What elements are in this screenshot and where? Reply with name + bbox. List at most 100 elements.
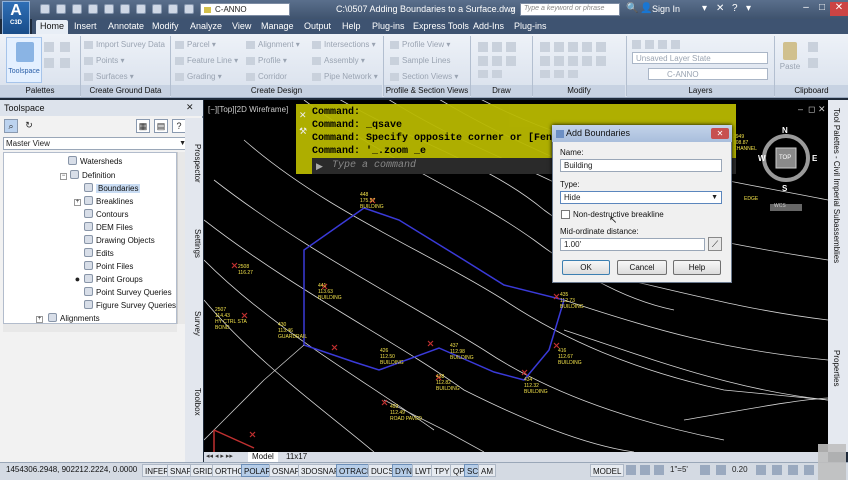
viewport-controls[interactable]: [−][Top][2D Wireframe] — [208, 105, 288, 114]
tree-node-point-files[interactable]: Point Files — [84, 260, 133, 273]
refresh-icon[interactable]: ↻ — [22, 119, 36, 133]
ok-button[interactable]: OK — [562, 260, 610, 275]
lock-icon[interactable] — [772, 465, 782, 475]
palette-icon[interactable] — [44, 42, 54, 52]
save-icon[interactable] — [72, 4, 82, 14]
tab-add-ins[interactable]: Add-Ins — [469, 20, 508, 34]
help-icon[interactable]: ? — [172, 119, 186, 133]
tab-modify[interactable]: Modify — [148, 20, 183, 34]
pipe-network-button[interactable]: Pipe Network ▾ — [312, 71, 378, 82]
status-settings-icon[interactable] — [804, 465, 814, 475]
viewport-close-icon[interactable]: ✕ — [818, 104, 826, 115]
palette-icon[interactable] — [60, 42, 70, 52]
annotation-scale[interactable]: 1"=5' — [670, 465, 688, 474]
profile-button[interactable]: Profile ▾ — [246, 55, 287, 66]
model-space-toggle[interactable]: MODEL — [590, 464, 625, 477]
tree-node-point-groups[interactable]: Point Groups — [84, 273, 143, 286]
search-go-icon[interactable]: 🔍 — [626, 3, 638, 14]
layer-state-combo[interactable]: Unsaved Layer State — [632, 52, 768, 64]
save-as-icon[interactable] — [88, 4, 98, 14]
tab-analyze[interactable]: Analyze — [186, 20, 226, 34]
toolspace-icon-2[interactable]: ▤ — [154, 119, 168, 133]
compass-s[interactable]: S — [782, 184, 787, 193]
tab-home[interactable]: Home — [36, 20, 69, 34]
quick-view-drawings-icon[interactable] — [640, 465, 650, 475]
collapse-toggle[interactable]: − — [60, 173, 67, 180]
close-icon[interactable]: ✕ — [711, 128, 729, 139]
tree-node-alignments[interactable]: Alignments — [48, 312, 100, 323]
redo-icon[interactable] — [136, 4, 146, 14]
tree-node-drawing-objects[interactable]: Drawing Objects — [84, 234, 155, 247]
panel-create-ground-data[interactable]: Create Ground Data — [81, 85, 170, 97]
modify-tools[interactable] — [540, 40, 620, 80]
tab-annotate[interactable]: Annotate — [104, 20, 148, 34]
viewcube-top-face[interactable]: TOP — [779, 155, 791, 161]
type-select[interactable]: Hide ▼ — [560, 191, 722, 204]
grading-button[interactable]: Grading ▾ — [175, 71, 222, 82]
panel-profile-section-views[interactable]: Profile & Section Views — [384, 85, 470, 97]
dropdown-icon[interactable]: ▾ — [702, 3, 707, 14]
tab-view[interactable]: View — [228, 20, 255, 34]
cancel-button[interactable]: Cancel — [617, 260, 667, 275]
tool-palettes-tab[interactable]: Tool Palettes - Civil Imperial Subassemb… — [832, 108, 841, 288]
search-input[interactable]: Type a keyword or phrase — [520, 3, 620, 16]
tab-11x17[interactable]: 11x17 — [282, 452, 311, 462]
tree-node-figure-survey-queries[interactable]: Figure Survey Queries — [84, 299, 176, 312]
coordinate-readout[interactable]: 1454306.2948, 902212.2224, 0.0000 — [6, 465, 137, 474]
tab-prospector[interactable]: Prospector — [186, 138, 202, 188]
tab-settings[interactable]: Settings — [186, 222, 202, 264]
corridor-button[interactable]: Corridor — [246, 71, 287, 82]
panel-clipboard[interactable]: Clipboard — [775, 85, 848, 97]
new-icon[interactable] — [40, 4, 50, 14]
paste-button[interactable]: Paste — [778, 40, 802, 80]
maximize-icon[interactable]: □ — [814, 2, 830, 16]
workspace-combo[interactable]: C-ANNO — [200, 3, 290, 16]
panel-layers[interactable]: Layers — [627, 85, 774, 97]
tab-help[interactable]: Help — [338, 20, 365, 34]
layer-icon[interactable] — [184, 4, 194, 14]
panel-modify[interactable]: Modify — [533, 85, 625, 97]
minimize-icon[interactable]: – — [798, 2, 814, 16]
help-icon[interactable]: ? — [732, 3, 738, 14]
name-field[interactable]: Building — [560, 159, 722, 172]
expand-toggle[interactable]: + — [74, 199, 81, 206]
midordinate-field[interactable]: 1.00' — [560, 238, 705, 251]
intersections-button[interactable]: Intersections ▾ — [312, 39, 376, 50]
toggle-am[interactable]: AM — [478, 464, 496, 477]
panel-create-design[interactable]: Create Design — [171, 85, 382, 97]
viewport-minimize-icon[interactable]: – — [798, 104, 803, 114]
properties-tab[interactable]: Properties — [832, 350, 841, 390]
quick-view-icon[interactable] — [626, 465, 636, 475]
cut-icon[interactable] — [808, 42, 818, 52]
tree-node-dem-files[interactable]: DEM Files — [84, 221, 133, 234]
tab-output[interactable]: Output — [300, 20, 335, 34]
non-destructive-checkbox[interactable] — [561, 210, 570, 219]
layer-combo[interactable]: C-ANNO — [648, 68, 768, 80]
wcs-menu[interactable]: WCS — [774, 203, 786, 209]
undo-icon[interactable] — [120, 4, 130, 14]
tab-express-tools[interactable]: Express Tools — [409, 20, 473, 34]
points-button[interactable]: Points ▾ — [84, 55, 124, 66]
open-icon[interactable] — [56, 4, 66, 14]
app-menu-button[interactable]: A C3D — [2, 1, 30, 37]
annotation-icon[interactable] — [654, 465, 664, 475]
tab-nav-icon[interactable]: ◂◂ ◂ ▸ ▸▸ — [206, 452, 233, 460]
profile-view-button[interactable]: Profile View ▾ — [390, 39, 450, 50]
compass-w[interactable]: W — [758, 154, 766, 163]
close-icon[interactable]: ✕ — [830, 2, 848, 16]
horizontal-scrollbar[interactable] — [3, 324, 177, 332]
viewcube[interactable]: N S E W TOP WCS — [758, 126, 822, 212]
viewport-restore-icon[interactable]: ◻ — [808, 104, 815, 115]
feature-line-button[interactable]: Feature Line ▾ — [175, 55, 238, 66]
draw-tools[interactable] — [478, 40, 528, 80]
copy-icon[interactable] — [808, 58, 818, 68]
panel-palettes[interactable]: Palettes — [0, 85, 80, 97]
section-views-button[interactable]: Section Views ▾ — [390, 71, 458, 82]
tree-node-point-survey-queries[interactable]: Point Survey Queries — [84, 286, 172, 299]
import-survey-data-button[interactable]: Import Survey Data — [84, 39, 165, 50]
tab-plug-ins-2[interactable]: Plug-ins — [510, 20, 551, 34]
palette-icon[interactable] — [44, 58, 54, 68]
parcel-button[interactable]: Parcel ▾ — [175, 39, 216, 50]
palette-icon[interactable] — [60, 58, 70, 68]
tab-toolbox[interactable]: Toolbox — [186, 384, 202, 420]
